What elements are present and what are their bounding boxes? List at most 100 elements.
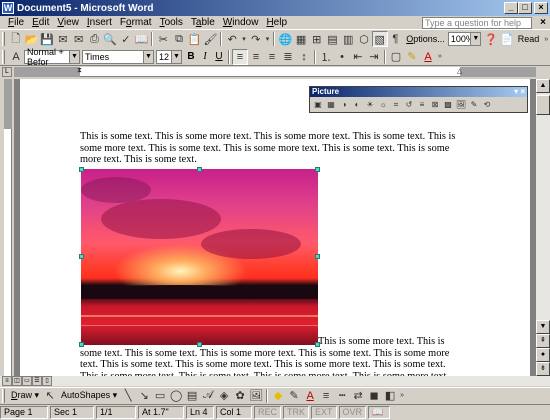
line-color-icon[interactable]: ✎ [286, 388, 302, 404]
maximize-button[interactable]: □ [518, 2, 532, 14]
redo-icon[interactable]: ↷ [248, 31, 264, 47]
zoom-select[interactable]: 100% ▼ [447, 32, 482, 46]
text-wrapping-icon[interactable]: ▩ [442, 99, 454, 111]
oval-icon[interactable]: ◯ [168, 388, 184, 404]
menu-tools[interactable]: Tools [156, 17, 187, 28]
line-icon[interactable]: ╲ [120, 388, 136, 404]
menu-insert[interactable]: Insert [83, 17, 116, 28]
align-center-icon[interactable]: ≡ [248, 49, 264, 65]
borders-icon[interactable]: ▢ [388, 49, 404, 65]
close-button[interactable]: × [534, 2, 548, 14]
tab-selector-icon[interactable]: L [2, 67, 12, 77]
resize-handle[interactable] [315, 254, 320, 259]
font-color-icon[interactable]: A [420, 49, 436, 65]
vertical-scrollbar[interactable]: ▲ ▼ ⇞ ● ⇟ [536, 79, 550, 376]
tables-borders-icon[interactable]: ▦ [293, 31, 309, 47]
toolbar-grip[interactable] [2, 49, 5, 64]
clip-art-icon[interactable]: ✿ [232, 388, 248, 404]
horizontal-scrollbar[interactable] [0, 376, 550, 386]
align-left-icon[interactable]: ≡ [232, 48, 248, 65]
styles-formatting-icon[interactable]: A [8, 49, 24, 65]
picture-toolbar-close-icon[interactable]: ▾ × [514, 87, 525, 97]
menu-view[interactable]: View [53, 17, 83, 28]
shadow-icon[interactable]: ◼ [366, 388, 382, 404]
autoshapes-button[interactable]: AutoShapes ▾ [58, 390, 120, 401]
underline-button[interactable]: U [212, 50, 226, 64]
picture-toolbar[interactable]: Picture ▾ × ▣ ▦ ◑ ◐ ☀ ☼ ⌗ ↺ ≡ ⊠ ▩ 🖼 ✎ ⟲ [309, 86, 528, 113]
copy-icon[interactable]: ⧉ [171, 31, 187, 47]
reading-layout-icon[interactable]: ▯ [42, 376, 52, 386]
document-page[interactable]: This is some text. This is some more tex… [20, 79, 530, 376]
save-icon[interactable]: 💾 [39, 31, 55, 47]
3d-icon[interactable]: ◧ [382, 388, 398, 404]
paste-icon[interactable]: 📋 [187, 31, 203, 47]
help-search-input[interactable]: Type a question for help [422, 17, 532, 29]
drawing-icon[interactable]: ⬡ [356, 31, 372, 47]
draw-menu-button[interactable]: Draw ▾ [8, 390, 42, 401]
chevron-down-icon[interactable]: ▼ [69, 50, 79, 63]
menu-edit[interactable]: Edit [28, 17, 53, 28]
font-select[interactable]: Times ▼ [82, 49, 154, 64]
toolbar-grip[interactable] [2, 388, 5, 403]
select-browse-object-icon[interactable]: ● [536, 348, 550, 362]
numbering-icon[interactable]: ⒈ [318, 49, 334, 65]
menu-table[interactable]: Table [187, 17, 219, 28]
menu-help[interactable]: Help [262, 17, 291, 28]
open-folder-icon[interactable]: 📂 [24, 31, 40, 47]
chevron-down-icon[interactable]: ▼ [470, 33, 481, 45]
indent-marker-icon[interactable]: ⧗ [77, 67, 83, 77]
resize-handle[interactable] [315, 167, 320, 172]
new-document-icon[interactable]: 🗋 [8, 31, 24, 47]
more-brightness-icon[interactable]: ☀ [364, 99, 376, 111]
hyperlink-icon[interactable]: 🌐 [277, 31, 293, 47]
less-contrast-icon[interactable]: ◐ [351, 99, 363, 111]
word-app-icon[interactable]: W [2, 2, 14, 14]
line-style-icon[interactable]: ≡ [318, 388, 334, 404]
toolbar-options-icon[interactable]: » [436, 49, 444, 65]
insert-table-icon[interactable]: ⊞ [309, 31, 325, 47]
dash-style-icon[interactable]: ┅ [334, 388, 350, 404]
picture-toolbar-title-bar[interactable]: Picture ▾ × [310, 87, 527, 97]
insert-picture-icon[interactable]: 🖼 [248, 388, 264, 404]
minimize-button[interactable]: _ [504, 2, 518, 14]
permission-icon[interactable]: ✉ [55, 31, 71, 47]
document-map-icon[interactable]: ▧ [371, 31, 388, 47]
email-icon[interactable]: ✉ [71, 31, 87, 47]
read-icon[interactable]: 📄 [499, 31, 515, 47]
arrow-style-icon[interactable]: ⇄ [350, 388, 366, 404]
right-indent-marker-icon[interactable]: △ [457, 67, 463, 77]
toolbar-options-icon[interactable]: » [542, 31, 550, 47]
select-objects-icon[interactable]: ↖ [42, 388, 58, 404]
set-transparent-color-icon[interactable]: ✎ [468, 99, 480, 111]
previous-page-icon[interactable]: ⇞ [536, 334, 550, 348]
chevron-down-icon[interactable]: ▼ [143, 50, 153, 63]
print-icon[interactable]: ⎙ [87, 31, 103, 47]
show-hide-icon[interactable]: ¶ [388, 31, 404, 47]
outline-view-icon[interactable]: ☰ [32, 376, 42, 386]
bullets-icon[interactable]: • [334, 49, 350, 65]
sunset-image[interactable] [81, 169, 318, 345]
wordart-icon[interactable]: 𝒜 [200, 388, 216, 404]
rotate-icon[interactable]: ↺ [403, 99, 415, 111]
paragraph-2[interactable]: This is some more text. This is some tex… [80, 336, 456, 376]
format-picture-icon[interactable]: 🖼 [455, 99, 467, 111]
align-right-icon[interactable]: ≡ [264, 49, 280, 65]
scroll-down-icon[interactable]: ▼ [536, 320, 550, 334]
more-contrast-icon[interactable]: ◑ [338, 99, 350, 111]
highlight-icon[interactable]: ✎ [404, 49, 420, 65]
chevron-down-icon[interactable]: ▼ [171, 50, 181, 63]
next-page-icon[interactable]: ⇟ [536, 362, 550, 376]
status-rec[interactable]: REC [254, 406, 282, 419]
resize-handle[interactable] [79, 254, 84, 259]
rectangle-icon[interactable]: ▭ [152, 388, 168, 404]
resize-handle[interactable] [197, 167, 202, 172]
decrease-indent-icon[interactable]: ⇤ [350, 49, 366, 65]
italic-button[interactable]: I [198, 50, 212, 64]
research-icon[interactable]: 📖 [134, 31, 150, 47]
insert-picture-icon[interactable]: ▣ [312, 99, 324, 111]
print-preview-icon[interactable]: 🔍 [102, 31, 118, 47]
options-button[interactable]: Options... [403, 34, 448, 44]
scroll-up-icon[interactable]: ▲ [536, 79, 550, 93]
menu-window[interactable]: Window [219, 17, 263, 28]
reset-picture-icon[interactable]: ⟲ [481, 99, 493, 111]
